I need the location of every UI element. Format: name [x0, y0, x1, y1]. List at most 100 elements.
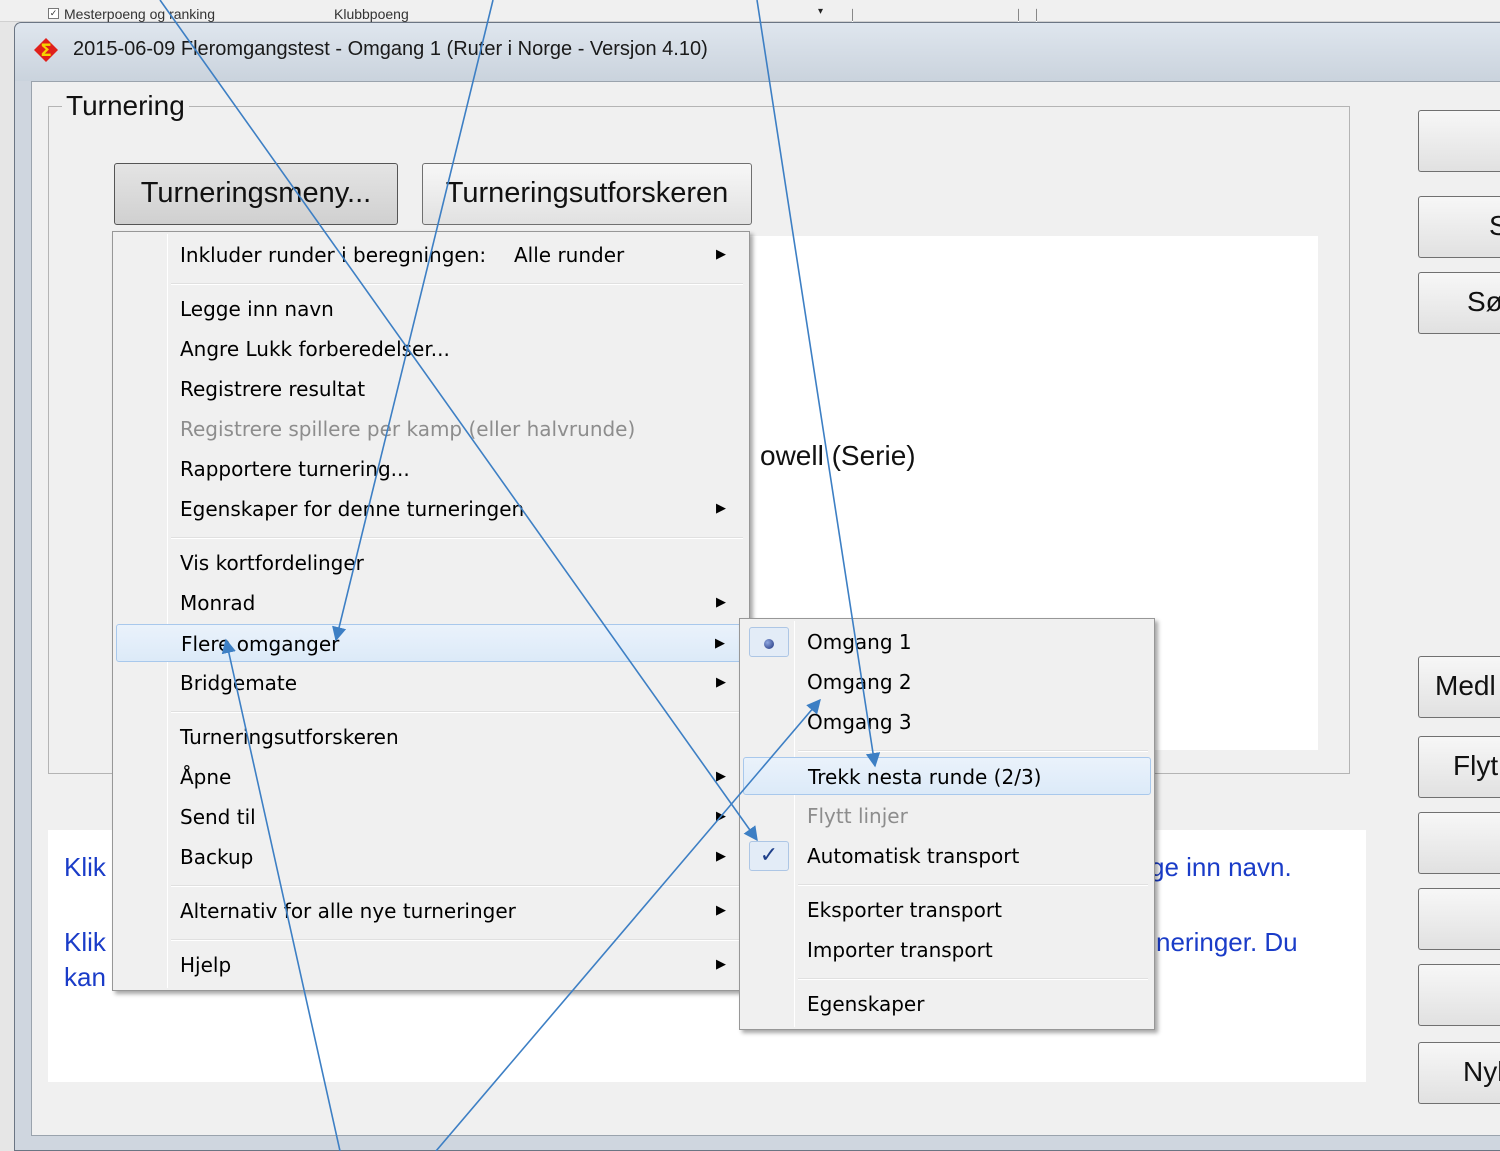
menu-separator: [798, 750, 1148, 752]
submenu-arrow-icon: ▶: [716, 247, 726, 262]
menu-item-egenskaper[interactable]: Egenskaper: [743, 985, 1151, 1023]
menu-item-label: Eksporter transport: [807, 898, 1002, 922]
menu-item-label: Rapportere turnering...: [180, 457, 410, 481]
right-button[interactable]: [1418, 964, 1500, 1026]
title-bar[interactable]: Σ 2015-06-09 Fleromgangstest - Omgang 1 …: [15, 23, 1500, 81]
background-label-mesterpoeng: Mesterpoeng og ranking: [64, 6, 215, 22]
search-button[interactable]: Sø: [1418, 272, 1500, 334]
flere-omganger-submenu: Omgang 1 Omgang 2 Omgang 3 Trekk nesta r…: [739, 618, 1155, 1030]
members-button[interactable]: Medl: [1418, 656, 1500, 718]
menu-item-registrere-spillere: Registrere spillere per kamp (eller halv…: [116, 410, 746, 448]
menu-item-label: Send til: [180, 805, 256, 829]
menu-separator: [171, 885, 743, 887]
menu-item-backup[interactable]: Backup ▶: [116, 838, 746, 876]
checkmark-icon: ✓: [749, 841, 789, 871]
menu-item-legge-inn-navn[interactable]: Legge inn navn: [116, 290, 746, 328]
menu-item-label: Egenskaper: [807, 992, 925, 1016]
menu-separator: [798, 884, 1148, 886]
menu-item-label: Flere omganger: [181, 632, 340, 656]
divider: [1036, 8, 1037, 22]
menu-item-flere-omganger[interactable]: Flere omganger ▶: [116, 624, 746, 662]
divider: [852, 8, 853, 22]
menu-item-label: Bridgemate: [180, 671, 298, 695]
background-label-klubbpoeng: Klubbpoeng: [334, 6, 409, 22]
menu-item-omgang-1[interactable]: Omgang 1: [743, 623, 1151, 661]
help-text: kan: [64, 962, 106, 992]
window-title: 2015-06-09 Fleromgangstest - Omgang 1 (R…: [73, 38, 708, 60]
submenu-arrow-icon: ▶: [716, 903, 726, 918]
chevron-down-icon[interactable]: ▾: [818, 6, 823, 17]
menu-item-label: Vis kortfordelinger: [180, 551, 364, 575]
menu-item-bridgemate[interactable]: Bridgemate ▶: [116, 664, 746, 702]
menu-item-label: Alternativ for alle nye turneringer: [180, 899, 516, 923]
submenu-arrow-icon: ▶: [716, 849, 726, 864]
submenu-arrow-icon: ▶: [716, 675, 726, 690]
radio-selected-icon: [749, 627, 789, 657]
svg-text:Σ: Σ: [40, 41, 52, 61]
submenu-arrow-icon: ▶: [716, 595, 726, 610]
info-text: owell (Serie): [760, 440, 916, 471]
menu-item-label: Omgang 1: [807, 630, 912, 654]
menu-item-angre-lukk[interactable]: Angre Lukk forberedelser...: [116, 330, 746, 368]
right-button[interactable]: [1418, 110, 1500, 172]
menu-separator: [171, 537, 743, 539]
menu-item-vis-kortfordelinger[interactable]: Vis kortfordelinger: [116, 544, 746, 582]
menu-item-label: Hjelp: [180, 953, 232, 977]
menu-item-rapportere[interactable]: Rapportere turnering...: [116, 450, 746, 488]
menu-item-importer-transport[interactable]: Importer transport: [743, 931, 1151, 969]
menu-item-label: Registrere spillere per kamp (eller halv…: [180, 417, 636, 441]
help-text: neringer. Du: [1156, 927, 1298, 957]
menu-item-label: Egenskaper for denne turneringen: [180, 497, 525, 521]
tournament-menu-button[interactable]: Turneringsmeny...: [114, 163, 398, 225]
submenu-arrow-icon: ▶: [715, 636, 725, 651]
menu-item-egenskaper-turnering[interactable]: Egenskaper for denne turneringen ▶: [116, 490, 746, 528]
menu-item-label: Turneringsutforskeren: [180, 725, 399, 749]
menu-item-label: Angre Lukk forberedelser...: [180, 337, 450, 361]
menu-item-monrad[interactable]: Monrad ▶: [116, 584, 746, 622]
submenu-arrow-icon: ▶: [716, 501, 726, 516]
submenu-arrow-icon: ▶: [716, 769, 726, 784]
tournament-menu: Inkluder runder i beregningen: Alle rund…: [112, 231, 750, 991]
menu-item-label: Trekk nesta runde (2/3): [808, 765, 1042, 789]
menu-item-label: Automatisk transport: [807, 844, 1020, 868]
menu-separator: [171, 283, 743, 285]
menu-separator: [798, 978, 1148, 980]
menu-item-label: Legge inn navn: [180, 297, 334, 321]
new-button[interactable]: Nyl: [1418, 1042, 1500, 1104]
menu-item-apne[interactable]: Åpne ▶: [116, 758, 746, 796]
menu-item-label: Åpne: [180, 765, 232, 789]
right-button[interactable]: [1418, 888, 1500, 950]
menu-separator: [171, 939, 743, 941]
menu-item-label: Flytt linjer: [807, 804, 908, 828]
help-text: Klik: [64, 927, 106, 957]
menu-item-label: Inkluder runder i beregningen:: [180, 243, 487, 267]
divider: [1018, 8, 1019, 22]
right-button[interactable]: [1418, 812, 1500, 874]
menu-item-automatisk-transport[interactable]: ✓ Automatisk transport: [743, 837, 1151, 875]
menu-item-label: Backup: [180, 845, 254, 869]
menu-item-turneringsutforskeren[interactable]: Turneringsutforskeren: [116, 718, 746, 756]
move-button[interactable]: Flyt: [1418, 736, 1500, 798]
menu-item-hjelp[interactable]: Hjelp ▶: [116, 946, 746, 984]
help-text: ge inn navn.: [1150, 852, 1292, 882]
checkbox[interactable]: ✓: [48, 8, 59, 19]
menu-item-trekk-nesta-runde[interactable]: Trekk nesta runde (2/3): [743, 757, 1151, 795]
menu-item-label: Omgang 2: [807, 670, 912, 694]
menu-item-include-rounds[interactable]: Inkluder runder i beregningen: Alle rund…: [116, 236, 746, 274]
menu-item-flytt-linjer: Flytt linjer: [743, 797, 1151, 835]
menu-item-omgang-2[interactable]: Omgang 2: [743, 663, 1151, 701]
menu-item-registrere-resultat[interactable]: Registrere resultat: [116, 370, 746, 408]
menu-item-value: Alle runder: [514, 243, 625, 267]
menu-separator: [171, 711, 743, 713]
right-button[interactable]: S: [1418, 196, 1500, 258]
menu-item-send-til[interactable]: Send til ▶: [116, 798, 746, 836]
submenu-arrow-icon: ▶: [716, 809, 726, 824]
menu-item-eksporter-transport[interactable]: Eksporter transport: [743, 891, 1151, 929]
tournament-explorer-button[interactable]: Turneringsutforskeren: [422, 163, 752, 225]
menu-item-label: Registrere resultat: [180, 377, 366, 401]
menu-item-omgang-3[interactable]: Omgang 3: [743, 703, 1151, 741]
help-text: Klik: [64, 852, 106, 882]
submenu-arrow-icon: ▶: [716, 957, 726, 972]
menu-item-alternativ[interactable]: Alternativ for alle nye turneringer ▶: [116, 892, 746, 930]
menu-item-label: Importer transport: [807, 938, 993, 962]
